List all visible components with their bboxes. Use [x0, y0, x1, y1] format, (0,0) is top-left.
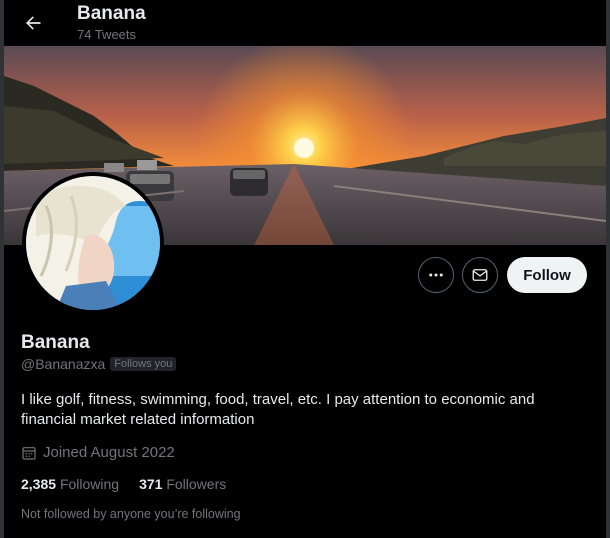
following-link[interactable]: 2,385 Following	[21, 476, 119, 492]
followers-count: 371	[139, 476, 163, 492]
profile-display-name: Banana	[21, 332, 90, 353]
following-label: Following	[59, 476, 120, 492]
profile-handle: @Bananazxa	[21, 356, 106, 372]
handle-row: @Bananazxa Follows you	[21, 356, 177, 372]
followers-label: Followers	[166, 476, 227, 492]
calendar-icon	[22, 446, 36, 460]
mutual-followers-note: Not followed by anyone you’re following	[21, 507, 241, 521]
arrow-left-icon	[26, 16, 41, 30]
tweet-count: 74 Tweets	[77, 27, 137, 42]
back-button[interactable]	[16, 6, 50, 40]
profile-header-bar: Banana 74 Tweets	[4, 0, 606, 46]
message-button[interactable]	[462, 257, 498, 293]
following-count: 2,385	[21, 476, 57, 492]
follow-stats: 2,385 Following 371 Followers	[21, 476, 226, 492]
header-title: Banana	[77, 3, 146, 24]
profile-page: Banana 74 Tweets Follow Banana @Bananazx…	[0, 0, 610, 538]
profile-bio: I like golf, fitness, swimming, food, tr…	[21, 391, 535, 428]
more-options-button[interactable]	[418, 257, 454, 293]
followers-link[interactable]: 371 Followers	[139, 476, 226, 492]
avatar[interactable]	[22, 172, 164, 314]
follow-button[interactable]: Follow	[507, 257, 587, 293]
joined-date: Joined August 2022	[21, 444, 175, 461]
more-dots-icon	[429, 273, 443, 277]
envelope-icon	[472, 269, 488, 281]
anime-avatar	[26, 176, 160, 310]
follows-you-badge: Follows you	[110, 357, 177, 371]
joined-text: Joined August 2022	[43, 444, 175, 461]
